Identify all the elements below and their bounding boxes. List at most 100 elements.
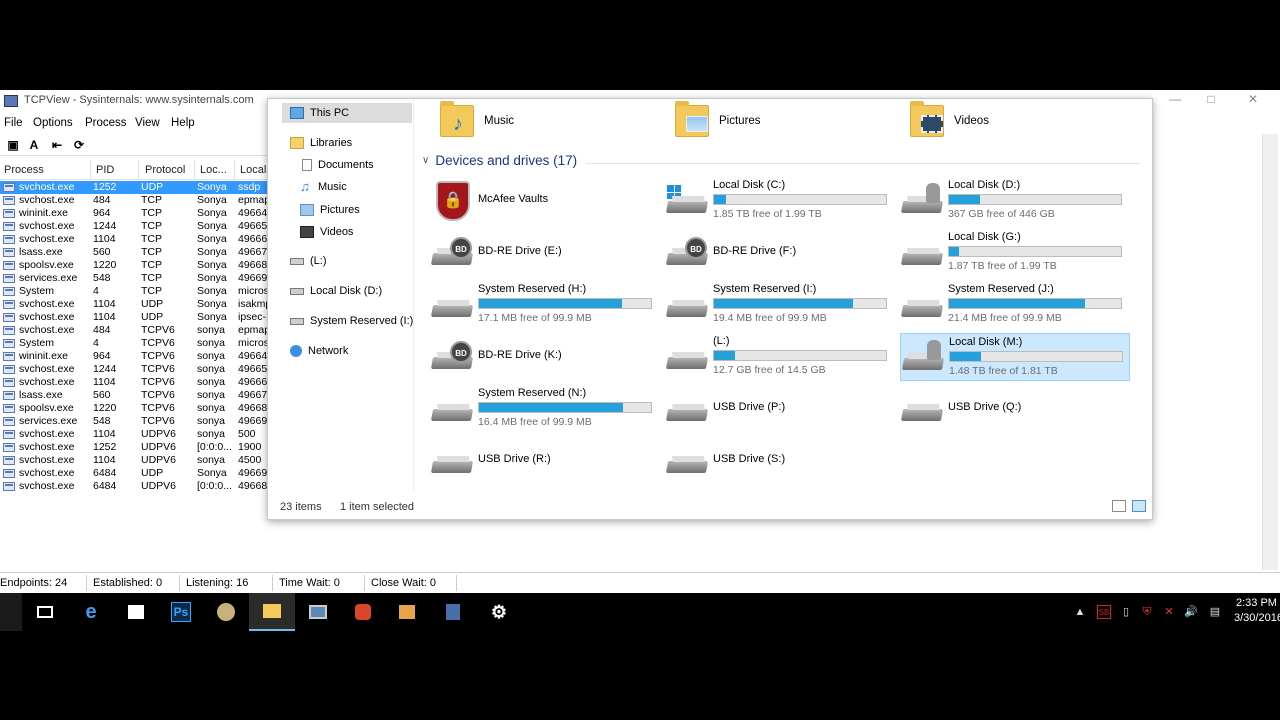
table-row[interactable]: svchost.exe 6484 UDP Sonya 49669 [0, 467, 268, 480]
minimize-button[interactable]: — [1160, 92, 1190, 108]
photoshop-button[interactable]: Ps [158, 593, 204, 631]
nav-libraries[interactable]: Libraries [290, 133, 352, 153]
mcafee-shield-icon[interactable]: ⛨ [1140, 605, 1154, 619]
table-row[interactable]: svchost.exe 1104 TCPV6 sonya 49666 [0, 376, 268, 389]
col-process[interactable]: Process [4, 164, 44, 176]
table-row[interactable]: svchost.exe 1244 TCP Sonya 49665 [0, 220, 268, 233]
table-row[interactable]: svchost.exe 484 TCP Sonya epmap [0, 194, 268, 207]
drive-tile[interactable]: BD BD-RE Drive (E:) [430, 229, 660, 277]
nav-pictures[interactable]: Pictures [300, 200, 360, 220]
col-protocol[interactable]: Protocol [145, 164, 185, 176]
table-row[interactable]: services.exe 548 TCP Sonya 49669 [0, 272, 268, 285]
col-local-port[interactable]: Local [240, 164, 266, 176]
save-icon[interactable]: ▣ [6, 138, 20, 152]
menu-help[interactable]: Help [171, 117, 195, 129]
maximize-button[interactable]: □ [1196, 92, 1226, 108]
usb-icon[interactable]: ▯ [1119, 605, 1133, 619]
table-row[interactable]: svchost.exe 1244 TCPV6 sonya 49665 [0, 363, 268, 376]
network-warning-icon[interactable]: ✕ [1162, 605, 1176, 619]
close-button[interactable]: ✕ [1238, 92, 1268, 108]
drive-tile[interactable]: Local Disk (D:) 367 GB free of 446 GB [900, 177, 1130, 225]
table-row[interactable]: svchost.exe 1104 UDPV6 sonya 4500 [0, 454, 268, 467]
clock-date[interactable]: 3/30/2016 [1234, 612, 1280, 624]
network-app-button[interactable] [430, 593, 476, 631]
drive-tile[interactable]: USB Drive (R:) [430, 437, 660, 485]
nav-music[interactable]: ♫ Music [298, 177, 347, 197]
col-local-address[interactable]: Loc... [200, 164, 227, 176]
menu-file[interactable]: File [4, 117, 23, 129]
show-unconnected-icon[interactable]: ⇤ [50, 138, 64, 152]
file-explorer-button[interactable] [249, 593, 295, 631]
table-row[interactable]: spoolsv.exe 1220 TCPV6 sonya 49668 [0, 402, 268, 415]
nav-documents[interactable]: Documents [302, 155, 374, 175]
table-row[interactable]: lsass.exe 560 TCPV6 sonya 49667 [0, 389, 268, 402]
start-button[interactable] [0, 593, 22, 631]
resolve-addresses-icon[interactable]: A [27, 138, 41, 152]
details-view-button[interactable] [1112, 500, 1126, 512]
edge-button[interactable]: e [68, 593, 114, 631]
col-divider[interactable] [234, 160, 235, 180]
tiles-view-button[interactable] [1132, 500, 1146, 512]
nav-network[interactable]: Network [290, 341, 348, 361]
drive-tile[interactable]: Local Disk (M:) 1.48 TB free of 1.81 TB [900, 333, 1130, 381]
action-center-icon[interactable]: ▤ [1208, 605, 1222, 619]
table-row[interactable]: svchost.exe 1252 UDP Sonya ssdp [0, 181, 268, 194]
nav-this-pc[interactable]: This PC [282, 103, 412, 123]
drive-tile[interactable]: USB Drive (S:) [665, 437, 895, 485]
table-row[interactable]: services.exe 548 TCPV6 sonya 49669 [0, 415, 268, 428]
chevron-down-icon[interactable]: ∨ [422, 155, 429, 166]
drive-tile[interactable]: BD BD-RE Drive (K:) [430, 333, 660, 381]
menu-options[interactable]: Options [33, 117, 73, 129]
table-row[interactable]: svchost.exe 1104 UDP Sonya isakmp [0, 298, 268, 311]
table-row[interactable]: svchost.exe 1252 UDPV6 [0:0:0... 1900 [0, 441, 268, 454]
folder-videos[interactable]: Videos [910, 101, 1130, 141]
drive-tile[interactable]: (L:) 12.7 GB free of 14.5 GB [665, 333, 895, 381]
tray-antivirus-icon[interactable]: SB [1097, 605, 1111, 619]
drive-tile[interactable]: USB Drive (Q:) [900, 385, 1130, 433]
drive-tile[interactable]: Local Disk (G:) 1.87 TB free of 1.99 TB [900, 229, 1130, 277]
drive-tile[interactable]: System Reserved (I:) 19.4 MB free of 99.9… [665, 281, 895, 329]
vertical-scrollbar[interactable] [1262, 134, 1278, 570]
folder-pictures[interactable]: Pictures [675, 101, 895, 141]
table-row[interactable]: System 4 TCP Sonya micros [0, 285, 268, 298]
media-app-button[interactable] [384, 593, 430, 631]
table-row[interactable]: svchost.exe 484 TCPV6 sonya epmap [0, 324, 268, 337]
menu-process[interactable]: Process [85, 117, 127, 129]
col-pid[interactable]: PID [96, 164, 114, 176]
store-button[interactable] [113, 593, 159, 631]
remote-desktop-button[interactable] [295, 593, 341, 631]
table-row[interactable]: wininit.exe 964 TCP Sonya 49664 [0, 207, 268, 220]
table-row[interactable]: System 4 TCPV6 sonya micros [0, 337, 268, 350]
refresh-icon[interactable]: ⟳ [72, 138, 86, 152]
volume-icon[interactable]: 🔊 [1184, 605, 1198, 619]
table-row[interactable]: lsass.exe 560 TCP Sonya 49667 [0, 246, 268, 259]
drive-tile[interactable]: System Reserved (J:) 21.4 MB free of 99.9… [900, 281, 1130, 329]
devices-section-header[interactable]: ∨ Devices and drives (17) [422, 153, 577, 168]
clock-time[interactable]: 2:33 PM [1236, 597, 1277, 609]
table-row[interactable]: svchost.exe 6484 UDPV6 [0:0:0... 49668 [0, 480, 268, 493]
nav-system-reserved-i[interactable]: System Reserved (I:) [290, 311, 413, 331]
drive-tile[interactable]: USB Drive (P:) [665, 385, 895, 433]
nav-drive-l[interactable]: (L:) [290, 251, 327, 271]
folder-music[interactable]: ♪ Music [440, 101, 660, 141]
drive-tile[interactable]: Local Disk (C:) 1.85 TB free of 1.99 TB [665, 177, 895, 225]
drive-tile[interactable]: BD BD-RE Drive (F:) [665, 229, 895, 277]
drive-tile[interactable]: 🔒 McAfee Vaults [430, 177, 660, 225]
drive-tile[interactable]: System Reserved (N:) 16.4 MB free of 99.9… [430, 385, 660, 433]
app-button[interactable] [340, 593, 386, 631]
col-divider[interactable] [138, 160, 139, 180]
table-row[interactable]: spoolsv.exe 1220 TCP Sonya 49668 [0, 259, 268, 272]
tray-app-icon[interactable]: ▲ [1073, 605, 1087, 619]
paint-button[interactable] [203, 593, 249, 631]
col-divider[interactable] [90, 160, 91, 180]
nav-local-disk-d[interactable]: Local Disk (D:) [290, 281, 382, 301]
task-view-button[interactable] [22, 593, 68, 631]
nav-videos[interactable]: Videos [300, 222, 353, 242]
col-divider[interactable] [194, 160, 195, 180]
menu-view[interactable]: View [135, 117, 160, 129]
table-row[interactable]: svchost.exe 1104 TCP Sonya 49666 [0, 233, 268, 246]
settings-button[interactable]: ⚙ [476, 593, 522, 631]
table-row[interactable]: svchost.exe 1104 UDP Sonya ipsec- [0, 311, 268, 324]
table-row[interactable]: wininit.exe 964 TCPV6 sonya 49664 [0, 350, 268, 363]
drive-tile[interactable]: System Reserved (H:) 17.1 MB free of 99.9… [430, 281, 660, 329]
